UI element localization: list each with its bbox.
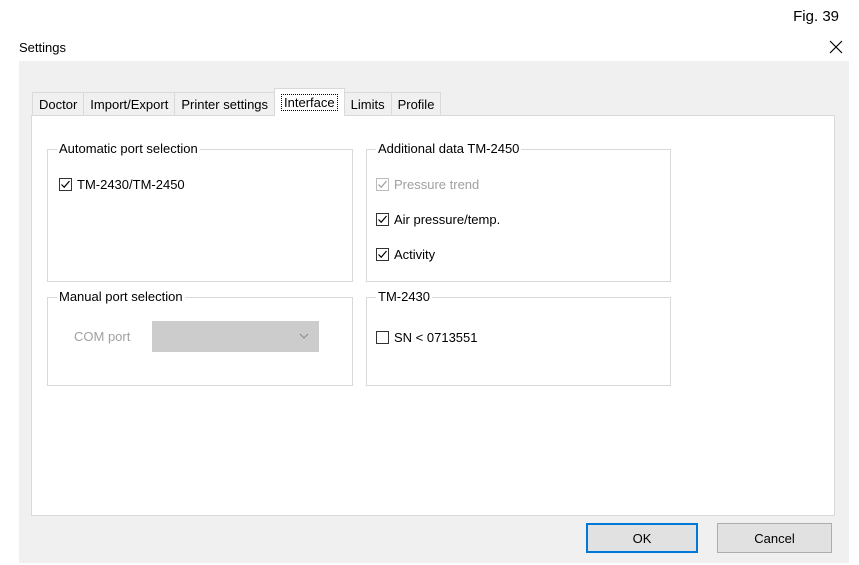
tab-printer-settings[interactable]: Printer settings <box>174 92 276 116</box>
checkbox-label: SN < 0713551 <box>394 330 478 345</box>
air-pressure-temp-checkbox[interactable] <box>376 213 389 226</box>
tab-profile[interactable]: Profile <box>390 92 442 116</box>
tab-limits[interactable]: Limits <box>343 92 392 116</box>
settings-dialog: Settings Doctor Import/Export Printer se… <box>19 33 849 563</box>
cancel-button[interactable]: Cancel <box>717 523 832 553</box>
dialog-title: Settings <box>19 40 66 55</box>
tab-label: Limits <box>350 97 385 112</box>
additional-data-group: Additional data TM-2450 Pressure trend A… <box>366 141 671 282</box>
figure-label: Fig. 39 <box>793 8 839 25</box>
interface-tab-panel: Automatic port selection TM-2430/TM-2450… <box>31 115 835 516</box>
tm2430-tm2450-checkbox[interactable] <box>59 178 72 191</box>
com-port-label: COM port <box>74 329 131 344</box>
tab-label: Import/Export <box>90 97 169 112</box>
com-port-select[interactable] <box>152 321 319 352</box>
title-bar: Settings <box>19 33 849 61</box>
ok-button[interactable]: OK <box>586 523 698 553</box>
tm2430-group: TM-2430 SN < 0713551 <box>366 289 671 386</box>
checkbox-label: TM-2430/TM-2450 <box>77 177 185 192</box>
pressure-trend-checkbox-row[interactable]: Pressure trend <box>376 177 479 192</box>
checkbox-label: Activity <box>394 247 436 262</box>
tm2430-tm2450-checkbox-row[interactable]: TM-2430/TM-2450 <box>59 177 185 192</box>
automatic-port-group-title: Automatic port selection <box>57 141 200 156</box>
check-icon <box>378 180 387 189</box>
activity-checkbox[interactable] <box>376 248 389 261</box>
tab-doctor[interactable]: Doctor <box>32 92 85 116</box>
manual-port-group: Manual port selection COM port <box>47 289 353 386</box>
tab-strip: Doctor Import/Export Printer settings In… <box>32 88 442 116</box>
tab-label: Doctor <box>39 97 78 112</box>
tab-label: Printer settings <box>181 97 269 112</box>
tab-label: Interface <box>281 94 338 111</box>
tab-label: Profile <box>397 97 435 112</box>
checkbox-label: Pressure trend <box>394 177 480 192</box>
activity-checkbox-row[interactable]: Activity <box>376 247 435 262</box>
tab-interface[interactable]: Interface <box>274 88 345 116</box>
additional-data-group-title: Additional data TM-2450 <box>376 141 522 156</box>
tab-import-export[interactable]: Import/Export <box>83 92 176 116</box>
check-icon <box>378 215 387 224</box>
air-pressure-temp-checkbox-row[interactable]: Air pressure/temp. <box>376 212 500 227</box>
chevron-down-icon <box>299 333 309 339</box>
check-icon <box>378 250 387 259</box>
check-icon <box>61 180 70 189</box>
sn-checkbox-row[interactable]: SN < 0713551 <box>376 330 477 345</box>
manual-port-group-title: Manual port selection <box>57 289 185 304</box>
checkbox-label: Air pressure/temp. <box>394 212 501 227</box>
close-icon <box>829 40 843 54</box>
close-button[interactable] <box>823 35 849 59</box>
sn-checkbox[interactable] <box>376 331 389 344</box>
automatic-port-group: Automatic port selection TM-2430/TM-2450 <box>47 141 353 282</box>
tm2430-group-title: TM-2430 <box>376 289 433 304</box>
pressure-trend-checkbox[interactable] <box>376 178 389 191</box>
